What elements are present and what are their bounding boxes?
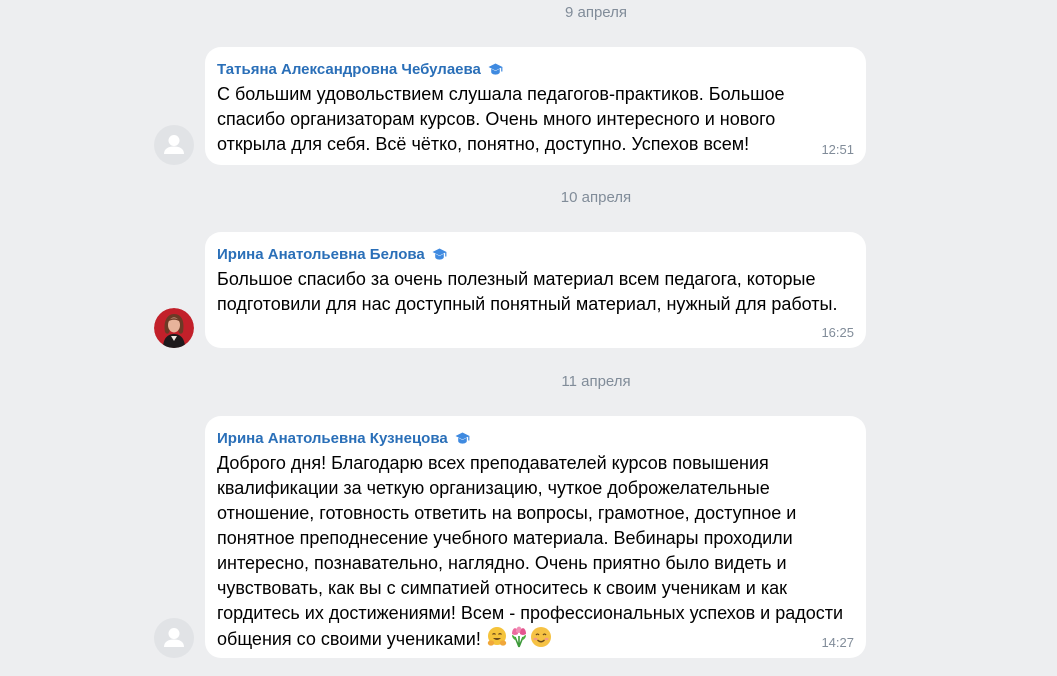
- date-separator: 11 апреля: [561, 373, 631, 390]
- message-time: 16:25: [821, 325, 854, 340]
- date-separator: 10 апреля: [560, 189, 632, 206]
- message-author[interactable]: Татьяна Александровна Чебулаева: [217, 59, 854, 79]
- avatar[interactable]: [154, 308, 194, 348]
- avatar[interactable]: [154, 618, 194, 658]
- message-bubble: Ирина Анатольевна Белова Большое спасибо…: [205, 232, 866, 348]
- message-time: 14:27: [821, 635, 854, 650]
- graduation-cap-icon: [488, 62, 503, 76]
- author-name[interactable]: Татьяна Александровна Чебулаева: [217, 61, 481, 78]
- message-time: 12:51: [821, 142, 854, 157]
- graduation-cap-icon: [455, 431, 470, 445]
- message-text-content: Доброго дня! Благодарю всех преподавател…: [217, 453, 844, 649]
- tulip-bouquet-emoji: [508, 626, 530, 655]
- user-silhouette-icon: [164, 628, 184, 647]
- user-photo: [154, 308, 194, 348]
- message-text: С большим удовольствием слушала педагого…: [217, 84, 785, 154]
- user-silhouette-icon: [164, 135, 184, 154]
- message-text: Большое спасибо за очень полезный матери…: [217, 269, 838, 314]
- avatar[interactable]: [154, 125, 194, 165]
- message-bubble: Татьяна Александровна Чебулаева С больши…: [205, 47, 866, 165]
- message-bubble: Ирина Анатольевна Кузнецова Доброго дня!…: [205, 416, 866, 658]
- date-separator: 9 апреля: [564, 4, 628, 21]
- message-author[interactable]: Ирина Анатольевна Кузнецова: [217, 428, 854, 448]
- message-author[interactable]: Ирина Анатольевна Белова: [217, 244, 854, 264]
- author-name[interactable]: Ирина Анатольевна Кузнецова: [217, 430, 448, 447]
- smiling-face-emoji: [530, 626, 552, 655]
- hugging-face-emoji: [486, 626, 508, 655]
- message-text: Доброго дня! Благодарю всех преподавател…: [217, 451, 854, 655]
- author-name[interactable]: Ирина Анатольевна Белова: [217, 246, 425, 263]
- graduation-cap-icon: [432, 247, 447, 261]
